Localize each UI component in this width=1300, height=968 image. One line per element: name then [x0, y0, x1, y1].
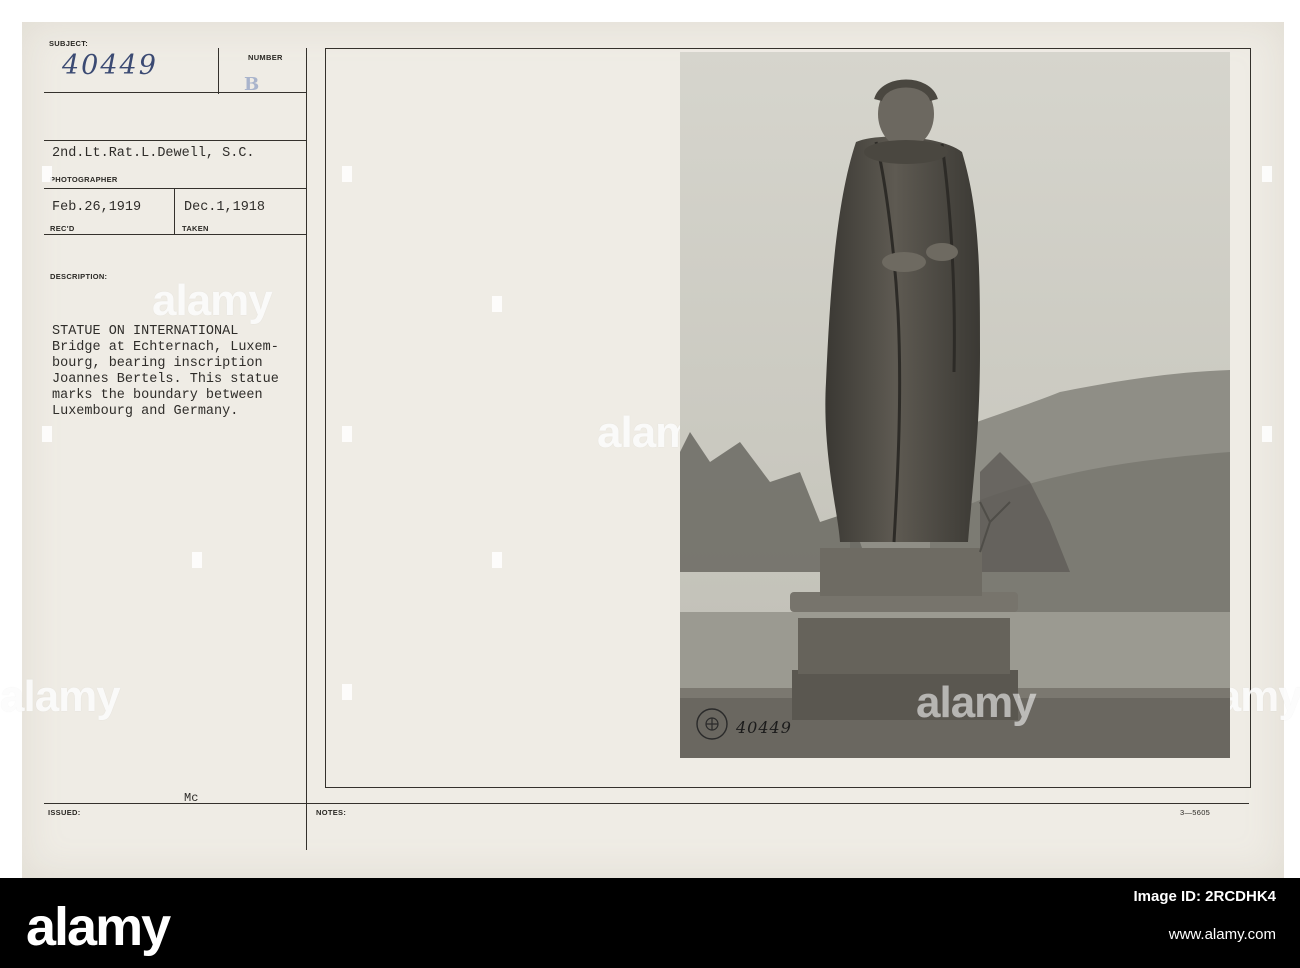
site-url-link[interactable]: www.alamy.com [1169, 926, 1276, 943]
description-line-4: Joannes Bertels. This statue [52, 372, 279, 387]
watermark-card-2: alamy [0, 672, 121, 721]
archival-card: SUBJECT: 40449 NUMBER B 2nd.Lt.Rat.L.Dew… [0, 22, 1300, 878]
rule-subject-bottom [44, 92, 306, 93]
description-label: DESCRIPTION: [50, 272, 108, 281]
watermark-dot [42, 426, 52, 442]
stock-banner: alamy Image ID: 2RCDHK4 www.alamy.com [0, 878, 1300, 968]
form-code: 3—5605 [1180, 808, 1211, 817]
description-line-2: Bridge at Echternach, Luxem- [52, 340, 279, 355]
number-stamp-mark: B [244, 74, 260, 95]
rule-subject-split [218, 48, 219, 94]
statue-photograph: alamy 40449 [680, 52, 1230, 758]
received-label: REC'D [50, 224, 75, 233]
rule-photographer-top [44, 140, 306, 141]
subject-label: SUBJECT: [49, 39, 89, 48]
watermark-dot [342, 684, 352, 700]
received-date: Feb.26,1919 [52, 200, 142, 215]
subject-number: 40449 [62, 50, 158, 81]
watermark-dot [192, 552, 202, 568]
watermark-photo-1: alamy [916, 678, 1037, 727]
description-line-3: bourg, bearing inscription [52, 356, 263, 371]
rule-photo-frame-top [325, 48, 1251, 49]
photo-serial-number: 40449 [736, 718, 792, 737]
signal-corps-stamp-icon [696, 708, 728, 740]
watermark-dot [1262, 426, 1272, 442]
watermark-card-1: alamy [152, 276, 273, 325]
rule-photographer-bottom [44, 188, 306, 189]
initials: Mc [184, 791, 199, 805]
description-line-1: STATUE ON INTERNATIONAL [52, 324, 239, 339]
description-line-5: marks the boundary between [52, 388, 263, 403]
number-label: NUMBER [248, 53, 283, 62]
watermark-dot [492, 296, 502, 312]
rule-footer [44, 803, 1249, 804]
watermark-dot [492, 552, 502, 568]
issued-label: ISSUED: [48, 808, 81, 817]
photographer-label: PHOTOGRAPHER [50, 175, 118, 184]
taken-date: Dec.1,1918 [184, 200, 266, 215]
rule-left-column [306, 48, 307, 850]
image-id-label: Image ID: 2RCDHK4 [1133, 888, 1276, 905]
watermark-dot [342, 166, 352, 182]
statue-photo-illustration [680, 52, 1230, 758]
notes-label: NOTES: [316, 808, 347, 817]
watermark-dot [342, 426, 352, 442]
watermark-dot [1262, 166, 1272, 182]
watermark-dot [42, 166, 52, 182]
photographer-name: 2nd.Lt.Rat.L.Dewell, S.C. [52, 146, 255, 161]
alamy-logo[interactable]: alamy [26, 896, 171, 958]
taken-label: TAKEN [182, 224, 209, 233]
rule-dates-bottom [44, 234, 306, 235]
rule-photo-frame-bottom [325, 787, 1251, 788]
description-line-6: Luxembourg and Germany. [52, 404, 239, 419]
rule-photo-frame-left [325, 48, 326, 788]
rule-date-split [174, 188, 175, 234]
